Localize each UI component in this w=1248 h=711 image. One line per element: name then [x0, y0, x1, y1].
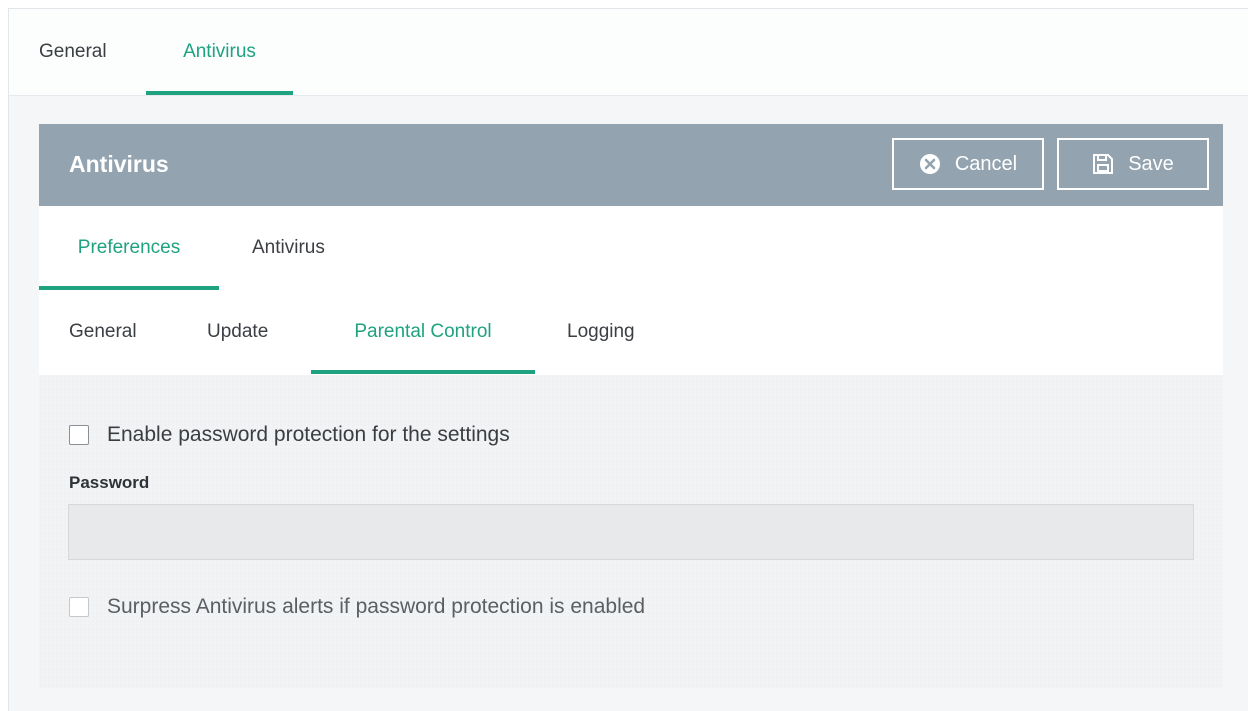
tab-preferences[interactable]: Preferences [39, 206, 219, 290]
tab-antivirus-sub[interactable]: Antivirus [252, 206, 325, 290]
close-circle-icon [919, 154, 940, 174]
save-label: Save [1128, 152, 1174, 175]
enable-password-label: Enable password protection for the setti… [107, 423, 510, 446]
parental-control-content: Enable password protection for the setti… [39, 375, 1223, 688]
floppy-disk-icon [1093, 154, 1114, 174]
cancel-button[interactable]: Cancel [892, 138, 1044, 190]
suppress-alerts-label: Surpress Antivirus alerts if password pr… [107, 595, 646, 618]
app-frame: General Antivirus Antivirus Cancel Save [8, 8, 1248, 711]
tab-antivirus[interactable]: Antivirus [146, 9, 293, 95]
save-button[interactable]: Save [1057, 138, 1209, 190]
top-tab-bar: General Antivirus [9, 9, 1248, 96]
settings-tab-bar: General Update Parental Control Logging [39, 290, 1223, 376]
password-field[interactable] [68, 504, 1194, 560]
tab-general-sub[interactable]: General [69, 290, 137, 374]
enable-password-option[interactable]: Enable password protection for the setti… [69, 423, 510, 447]
tab-general[interactable]: General [39, 9, 107, 95]
password-label: Password [69, 473, 150, 492]
tab-parental-control[interactable]: Parental Control [311, 290, 535, 374]
enable-password-checkbox[interactable] [69, 425, 89, 445]
tab-logging[interactable]: Logging [567, 290, 635, 374]
antivirus-panel: Antivirus Cancel Save Preferences Antivi [39, 124, 1223, 688]
cancel-label: Cancel [954, 152, 1018, 175]
panel-title: Antivirus [69, 151, 169, 177]
preferences-tab-bar: Preferences Antivirus [39, 206, 1223, 291]
tab-update[interactable]: Update [207, 290, 268, 374]
suppress-alerts-checkbox[interactable] [69, 597, 89, 617]
panel-header: Antivirus Cancel Save [39, 124, 1223, 206]
suppress-alerts-option[interactable]: Surpress Antivirus alerts if password pr… [69, 595, 645, 619]
